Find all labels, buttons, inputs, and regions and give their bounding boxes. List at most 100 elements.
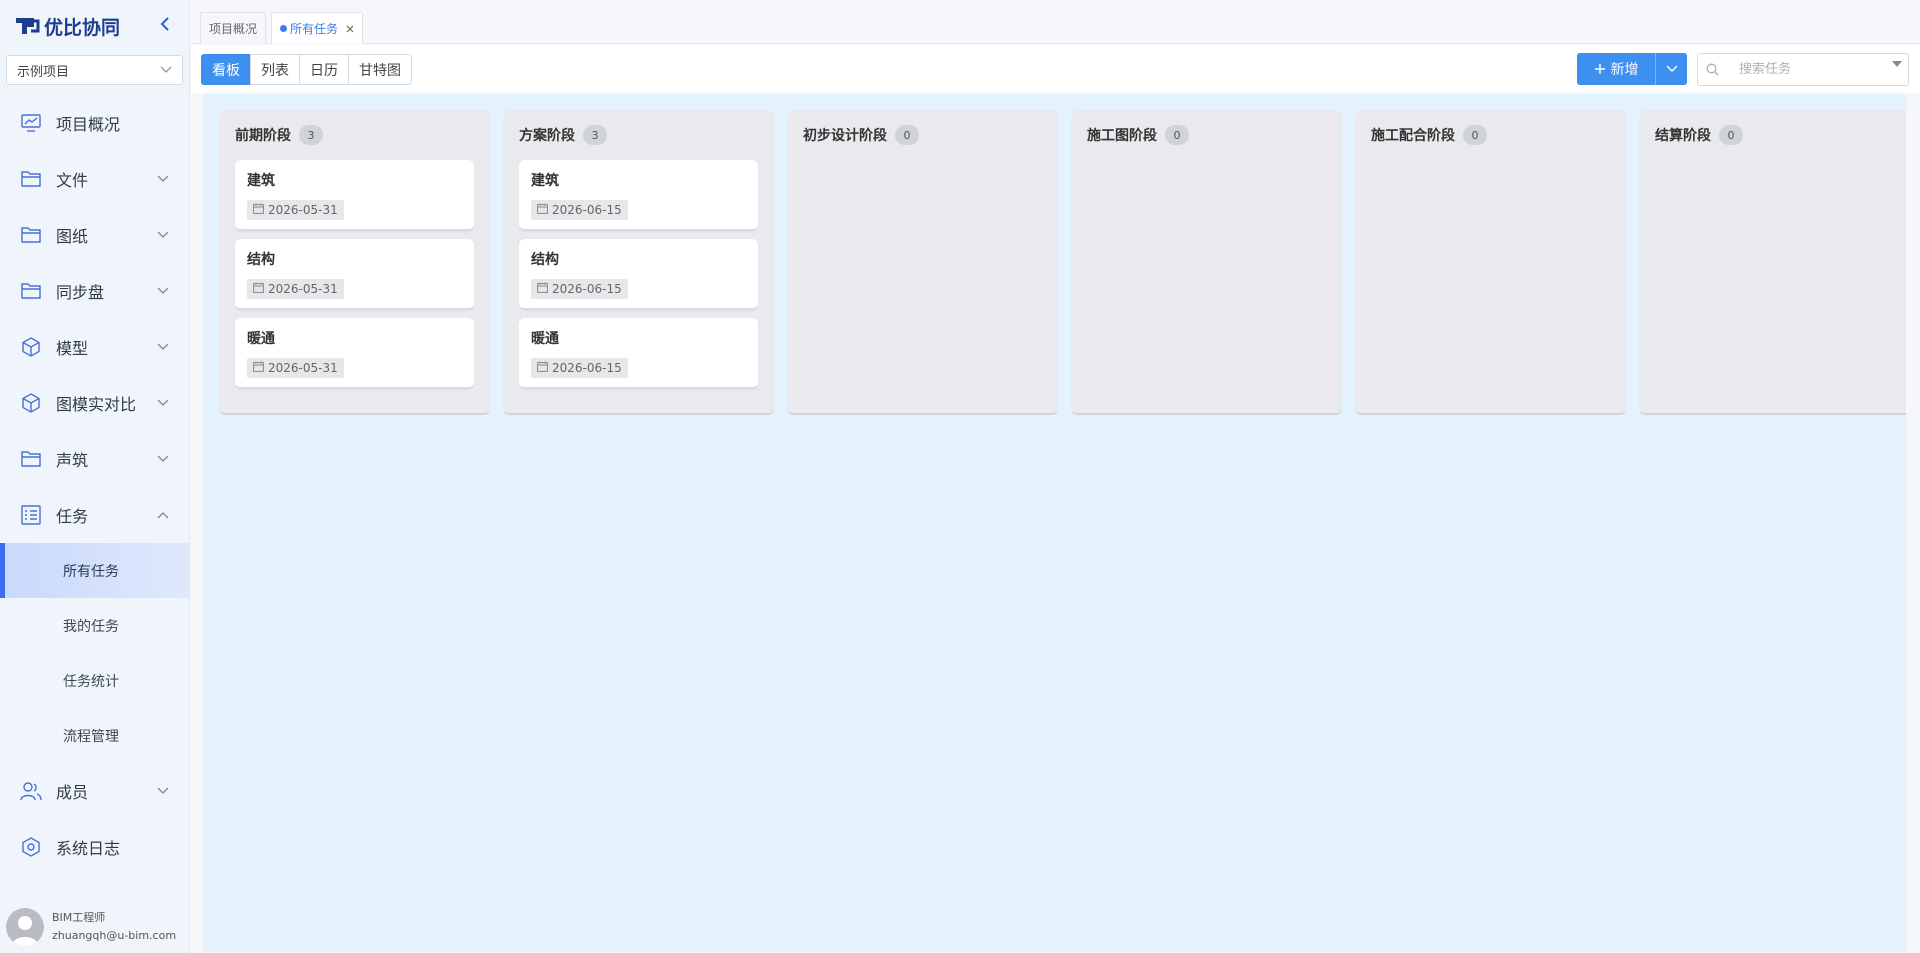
tab-bar: 项目概况 所有任务 [191, 0, 1920, 44]
sidebar-item-label: 图纸 [56, 227, 89, 246]
logo-icon [16, 18, 40, 34]
column-header: 施工图阶段 0 [1071, 110, 1342, 160]
chevron-up-icon [157, 508, 169, 522]
app-name: 优比协同 [44, 16, 121, 39]
task-due-date: 2026-05-31 [247, 200, 344, 220]
task-due-date: 2026-06-15 [531, 200, 628, 220]
caret-down-icon[interactable] [1892, 59, 1902, 70]
column-count-badge: 3 [583, 125, 607, 145]
close-icon[interactable] [346, 22, 354, 36]
search-input[interactable] [1739, 62, 1869, 77]
column-count-badge: 0 [1719, 125, 1743, 145]
active-dot-icon [280, 25, 287, 32]
sidebar-item-system-log[interactable]: 系统日志 [0, 819, 189, 875]
project-select-value: 示例项目 [17, 64, 70, 80]
add-task-button[interactable]: 新增 [1577, 53, 1655, 85]
sidebar-item-models[interactable]: 模型 [0, 319, 189, 375]
calendar-icon [537, 361, 548, 375]
column-count-badge: 0 [1165, 125, 1189, 145]
user-info: BIM工程师 zhuangqh@u-bim.com [52, 909, 176, 945]
column-header: 前期阶段 3 [219, 110, 490, 160]
sidebar-item-drawings[interactable]: 图纸 [0, 207, 189, 263]
column-title: 施工配合阶段 [1371, 128, 1455, 144]
tab-all-tasks[interactable]: 所有任务 [271, 12, 364, 44]
sidebar-nav: 项目概况 文件 图纸 同步盘 模型 图模实对比 声筑 任务 所有任务 我的任务 … [0, 95, 189, 875]
column-title: 结算阶段 [1655, 128, 1711, 144]
sidebar-item-files[interactable]: 文件 [0, 151, 189, 207]
chevron-down-icon [157, 452, 169, 466]
kanban-column: 方案阶段 3 建筑 2026-06-15 结构 2026-06-15 暖通 2026-06-1… [503, 110, 774, 415]
column-count-badge: 3 [299, 125, 323, 145]
folder-icon [20, 448, 42, 470]
sidebar-item-acoustics[interactable]: 声筑 [0, 431, 189, 487]
sidebar-item-tasks[interactable]: 任务 [0, 487, 189, 543]
search-icon [1706, 63, 1719, 76]
task-due-date: 2026-06-15 [531, 279, 628, 299]
column-header: 初步设计阶段 0 [787, 110, 1058, 160]
sidebar-item-label: 系统日志 [56, 839, 121, 858]
sidebar-item-label: 模型 [56, 339, 89, 358]
cube-icon [20, 392, 42, 414]
task-card[interactable]: 建筑 2026-05-31 [235, 160, 474, 231]
user-profile[interactable]: BIM工程师 zhuangqh@u-bim.com [0, 901, 190, 953]
sidebar-item-label: 声筑 [56, 451, 89, 470]
folder-icon [20, 280, 42, 302]
column-header: 施工配合阶段 0 [1355, 110, 1626, 160]
collapse-sidebar-icon[interactable] [155, 16, 175, 37]
folder-icon [20, 168, 42, 190]
column-title: 前期阶段 [235, 128, 291, 144]
view-calendar-button[interactable]: 日历 [299, 54, 349, 85]
cube-icon [20, 336, 42, 358]
tab-project-overview[interactable]: 项目概况 [200, 12, 267, 44]
project-select[interactable]: 示例项目 [6, 55, 183, 85]
sidebar-subitem-task-stats[interactable]: 任务统计 [0, 653, 189, 708]
task-card[interactable]: 暖通 2026-06-15 [519, 318, 758, 389]
kanban-board: 前期阶段 3 建筑 2026-05-31 结构 2026-05-31 暖通 2026-05-3… [203, 94, 1906, 952]
kanban-column: 前期阶段 3 建筑 2026-05-31 结构 2026-05-31 暖通 2026-05-3… [219, 110, 490, 415]
calendar-icon [253, 361, 264, 375]
column-header: 方案阶段 3 [503, 110, 774, 160]
calendar-icon [253, 282, 264, 296]
sidebar-subitem-all-tasks[interactable]: 所有任务 [0, 543, 189, 598]
view-kanban-button[interactable]: 看板 [201, 54, 251, 85]
add-button-group: 新增 [1577, 53, 1687, 85]
sidebar-item-label: 文件 [56, 171, 89, 190]
sidebar: 优比协同 示例项目 项目概况 文件 图纸 同步盘 模型 图模实对比 声筑 任务 … [0, 0, 190, 953]
app-logo[interactable]: 优比协同 [14, 13, 120, 40]
task-due-date-value: 2026-06-15 [552, 203, 622, 217]
task-due-date-value: 2026-06-15 [552, 282, 622, 296]
sidebar-item-label: 同步盘 [56, 283, 105, 302]
user-role: BIM工程师 [52, 911, 106, 924]
monitor-chart-icon [20, 112, 42, 134]
view-switcher: 看板 列表 日历 甘特图 [201, 54, 412, 85]
task-card[interactable]: 结构 2026-06-15 [519, 239, 758, 310]
sidebar-item-project-overview[interactable]: 项目概况 [0, 95, 189, 151]
tab-label: 项目概况 [209, 22, 258, 36]
column-count-badge: 0 [895, 125, 919, 145]
task-due-date: 2026-06-15 [531, 358, 628, 378]
calendar-icon [537, 203, 548, 217]
toolbar: 看板 列表 日历 甘特图 新增 [191, 45, 1920, 93]
user-email: zhuangqh@u-bim.com [52, 929, 177, 942]
sidebar-item-label: 图模实对比 [56, 395, 137, 414]
sidebar-subitem-my-tasks[interactable]: 我的任务 [0, 598, 189, 653]
sidebar-subitem-workflow[interactable]: 流程管理 [0, 708, 189, 763]
task-due-date-value: 2026-05-31 [268, 361, 338, 375]
task-due-date: 2026-05-31 [247, 279, 344, 299]
chevron-down-icon [157, 228, 169, 242]
task-due-date-value: 2026-05-31 [268, 282, 338, 296]
sidebar-item-model-compare[interactable]: 图模实对比 [0, 375, 189, 431]
view-list-button[interactable]: 列表 [250, 54, 300, 85]
task-card[interactable]: 建筑 2026-06-15 [519, 160, 758, 231]
add-dropdown-button[interactable] [1655, 53, 1687, 85]
task-card[interactable]: 结构 2026-05-31 [235, 239, 474, 310]
sidebar-item-members[interactable]: 成员 [0, 763, 189, 819]
task-search [1697, 53, 1909, 86]
column-title: 方案阶段 [519, 128, 575, 144]
kanban-column: 施工配合阶段 0 [1355, 110, 1626, 415]
task-card[interactable]: 暖通 2026-05-31 [235, 318, 474, 389]
column-title: 初步设计阶段 [803, 128, 887, 144]
view-gantt-button[interactable]: 甘特图 [348, 54, 412, 85]
task-card-title: 建筑 [531, 173, 559, 189]
sidebar-item-sync-drive[interactable]: 同步盘 [0, 263, 189, 319]
